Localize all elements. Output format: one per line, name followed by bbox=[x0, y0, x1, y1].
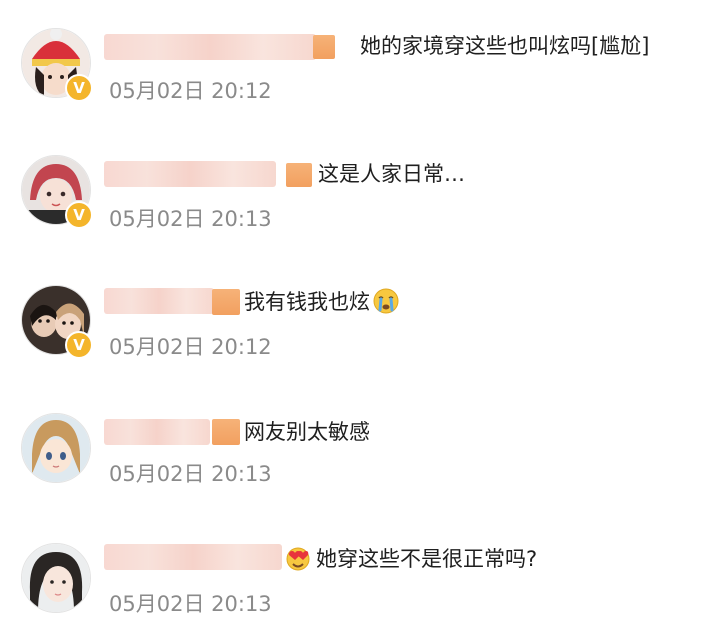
comment-date: 05月02日 bbox=[109, 207, 205, 231]
comment-text: 这是人家日常… bbox=[318, 162, 465, 186]
verified-badge-icon: V bbox=[65, 201, 93, 229]
username-blurred[interactable] bbox=[104, 34, 316, 60]
heart-eyes-icon bbox=[286, 547, 310, 571]
avatar[interactable]: V bbox=[21, 155, 93, 229]
comment-date: 05月02日 bbox=[109, 335, 205, 359]
user-level-icon bbox=[212, 289, 240, 315]
comment-date: 05月02日 bbox=[109, 592, 205, 616]
avatar[interactable]: V bbox=[21, 28, 93, 102]
comment-time: 20:12 bbox=[211, 79, 272, 103]
user-level-icon bbox=[313, 35, 335, 59]
comment-time: 20:13 bbox=[211, 592, 272, 616]
comment-date: 05月02日 bbox=[109, 79, 205, 103]
comment-time: 20:13 bbox=[211, 462, 272, 486]
crying-face-icon bbox=[373, 288, 399, 314]
comment-text: 她的家境穿这些也叫炫吗[尴尬] bbox=[360, 34, 650, 58]
comment-item: 她穿这些不是很正常吗? 05月02日 20:13 bbox=[0, 510, 708, 634]
comment-timestamp: 05月02日 20:12 bbox=[109, 334, 272, 360]
username-blurred[interactable] bbox=[104, 288, 214, 314]
comment-timestamp: 05月02日 20:13 bbox=[109, 461, 272, 487]
comment-item: V 我有钱我也炫 05月02日 20:12 bbox=[0, 257, 708, 381]
user-level-icon bbox=[286, 163, 312, 187]
username-blurred[interactable] bbox=[104, 544, 282, 570]
avatar[interactable] bbox=[21, 413, 91, 483]
comment-text-wrapper: 我有钱我也炫 bbox=[244, 287, 399, 317]
comment-item: V 她的家境穿这些也叫炫吗[尴尬] 05月02日 20:12 bbox=[0, 0, 708, 124]
verified-badge-icon: V bbox=[65, 74, 93, 102]
comment-text: 她穿这些不是很正常吗? bbox=[316, 547, 538, 571]
comment-timestamp: 05月02日 20:13 bbox=[109, 591, 272, 617]
avatar[interactable] bbox=[21, 543, 91, 613]
comment-time: 20:13 bbox=[211, 207, 272, 231]
user-level-icon bbox=[212, 419, 240, 445]
comment-item: V 这是人家日常… 05月02日 20:13 bbox=[0, 127, 708, 251]
comment-text: 我有钱我也炫 bbox=[244, 290, 370, 314]
comment-item: 网友别太敏感 05月02日 20:13 bbox=[0, 383, 708, 507]
avatar[interactable]: V bbox=[21, 285, 93, 359]
comment-text: 网友别太敏感 bbox=[244, 420, 370, 444]
verified-badge-icon: V bbox=[65, 331, 93, 359]
comment-time: 20:12 bbox=[211, 335, 272, 359]
username-blurred[interactable] bbox=[104, 161, 276, 187]
username-blurred[interactable] bbox=[104, 419, 210, 445]
comment-date: 05月02日 bbox=[109, 462, 205, 486]
comment-timestamp: 05月02日 20:13 bbox=[109, 206, 272, 232]
comment-timestamp: 05月02日 20:12 bbox=[109, 78, 272, 104]
